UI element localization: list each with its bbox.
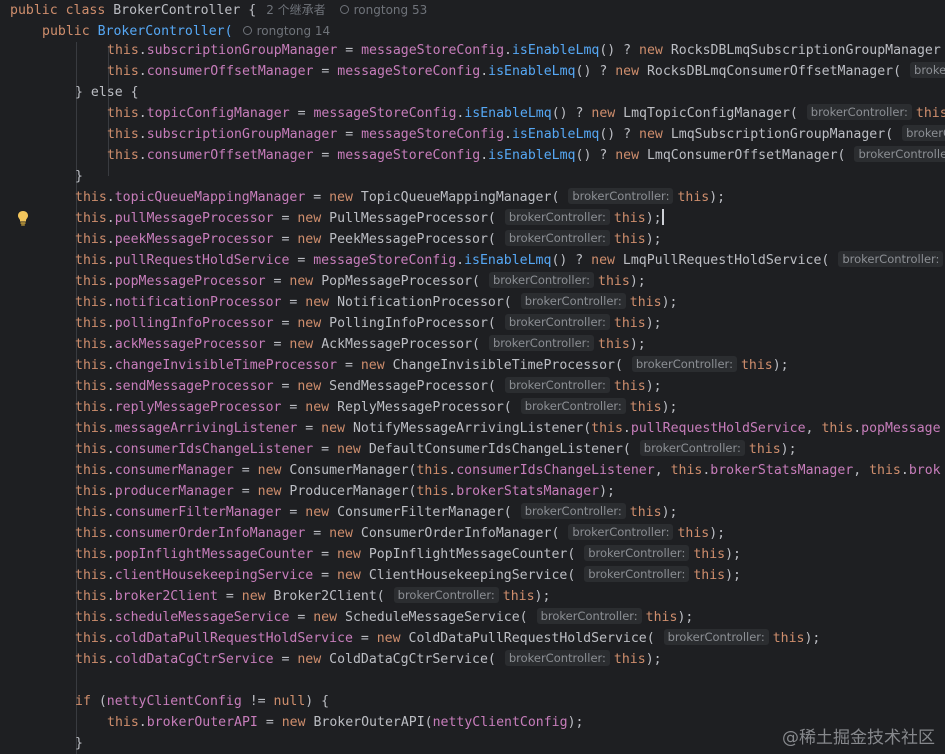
code-line: this.changeInvisibleTimeProcessor = new …: [75, 356, 789, 373]
lightbulb-icon[interactable]: [17, 210, 29, 226]
inheritors-hint[interactable]: 2 个继承者 rongtong 53: [266, 3, 427, 17]
param-hint: brokerController:: [639, 440, 745, 456]
code-line: this.brokerOuterAPI = new BrokerOuterAPI…: [107, 715, 584, 730]
code-line: this.popMessageProcessor = new PopMessag…: [75, 272, 646, 289]
param-hint: brokerController:: [806, 104, 912, 120]
code-line: this.popInflightMessageCounter = new Pop…: [75, 545, 741, 562]
param-hint: brokerController:: [504, 314, 610, 330]
code-line: this.coldDataPullRequestHoldService = ne…: [75, 629, 821, 646]
code-line-current: this.pullMessageProcessor = new PullMess…: [75, 209, 664, 226]
code-line: this.consumerOffsetManager = messageStor…: [107, 61, 945, 82]
code-line-constructor: public BrokerController(rongtong 14: [42, 24, 331, 39]
param-hint: brokerController:: [504, 209, 610, 225]
code-editor[interactable]: public class BrokerController {2 个继承者 ron…: [0, 0, 945, 754]
text-caret: [661, 209, 664, 225]
code-line: this.subscriptionGroupManager = messageS…: [107, 124, 945, 145]
param-hint: brokerController:: [838, 251, 944, 267]
code-line: this.ackMessageProcessor = new AckMessag…: [75, 335, 646, 352]
param-hint: brokerController:: [631, 356, 737, 372]
code-line: this.producerManager = new ProducerManag…: [75, 484, 615, 499]
code-line: this.coldDataCgCtrService = new ColdData…: [75, 650, 662, 667]
param-hint: brokerController:: [584, 566, 690, 582]
param-hint: brokerController:: [393, 587, 499, 603]
param-hint: brokerController:: [584, 545, 690, 561]
code-line: this.consumerFilterManager = new Consume…: [75, 503, 678, 520]
person-icon: [242, 26, 252, 35]
code-line: this.sendMessageProcessor = new SendMess…: [75, 377, 662, 394]
code-line: }: [75, 169, 83, 184]
param-hint: brokerController:: [504, 650, 610, 666]
code-line: this.replyMessageProcessor = new ReplyMe…: [75, 398, 678, 415]
code-line: this.clientHousekeepingService = new Cli…: [75, 566, 741, 583]
code-line: } else {: [75, 85, 139, 100]
param-hint: brokerController:: [536, 608, 642, 624]
param-hint: broke: [910, 62, 945, 78]
code-line: this.broker2Client = new Broker2Client( …: [75, 587, 551, 604]
param-hint: brokerController:: [504, 230, 610, 246]
code-line: this.pullRequestHoldService = messageSto…: [75, 250, 945, 271]
code-line: }: [75, 736, 83, 751]
code-line: this.topicConfigManager = messageStoreCo…: [107, 104, 945, 121]
param-hint: brokerController:: [663, 629, 769, 645]
code-line: this.scheduleMessageService = new Schedu…: [75, 608, 694, 625]
editor-gutter: [0, 0, 42, 754]
code-line: this.messageArrivingListener = new Notif…: [75, 421, 941, 436]
param-hint: brokerController:: [504, 377, 610, 393]
watermark: @稀土掘金技术社区: [782, 728, 935, 748]
param-hint: brokerController:: [520, 503, 626, 519]
code-line: this.consumerOffsetManager = messageStor…: [107, 145, 945, 166]
param-hint: brokerController:: [568, 188, 674, 204]
param-hint: brokerController:: [488, 272, 595, 288]
code-line: this.notificationProcessor = new Notific…: [75, 293, 678, 310]
code-line: this.consumerIdsChangeListener = new Def…: [75, 440, 797, 457]
code-line: this.peekMessageProcessor = new PeekMess…: [75, 230, 662, 247]
code-line: if (nettyClientConfig != null) {: [75, 694, 330, 709]
person-icon: [339, 5, 349, 14]
code-line: this.pollingInfoProcessor = new PollingI…: [75, 314, 662, 331]
param-hint: brokerController:: [568, 524, 674, 540]
code-line: this.subscriptionGroupManager = messageS…: [107, 43, 941, 58]
author-hint[interactable]: rongtong 14: [242, 24, 330, 38]
code-line-class-decl: public class BrokerController {2 个继承者 ron…: [10, 3, 428, 18]
param-hint: brokerController:: [520, 398, 626, 414]
code-line: this.consumerOrderInfoManager = new Cons…: [75, 524, 726, 541]
code-line: this.topicQueueMappingManager = new Topi…: [75, 188, 726, 205]
param-hint: brokerControlle: [854, 146, 945, 162]
param-hint: brokerController:: [520, 293, 626, 309]
param-hint: brokerC: [902, 125, 945, 141]
param-hint: brokerController:: [488, 335, 595, 351]
code-line: this.consumerManager = new ConsumerManag…: [75, 463, 941, 478]
